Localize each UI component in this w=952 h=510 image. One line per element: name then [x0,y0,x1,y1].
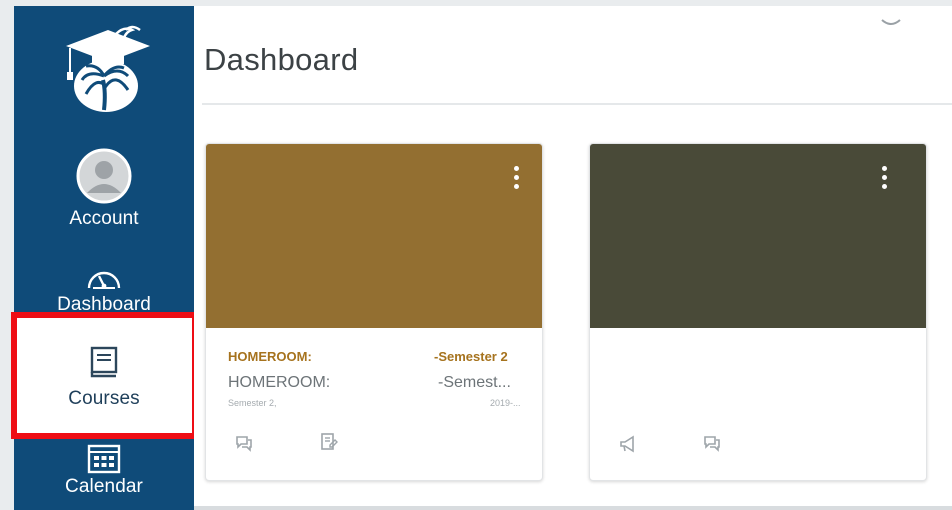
title-divider [202,103,952,105]
kebab-menu-icon[interactable] [508,166,524,200]
announcements-icon[interactable] [618,434,638,454]
nav-label-account: Account [69,208,139,229]
course-name-left[interactable]: HOMEROOM: [228,374,330,392]
course-card[interactable]: HOMEROOM: -Semester 2 HOMEROOM: -Semest.… [205,143,543,481]
school-logo[interactable] [56,24,156,114]
assignments-icon[interactable] [318,432,338,452]
course-card[interactable] [589,143,927,481]
course-name-right[interactable]: -Semest... [438,374,511,392]
discussions-icon[interactable] [702,432,722,452]
calendar-icon [87,444,121,474]
discussions-icon[interactable] [234,432,254,452]
nav-item-account[interactable]: Account [14,148,194,230]
course-term-right: 2019-... [490,398,521,408]
speedometer-icon [87,271,121,289]
kebab-menu-icon[interactable] [876,166,892,200]
nav-label-calendar: Calendar [65,476,143,497]
book-icon [90,346,118,378]
course-term-left: Semester 2, [228,398,277,408]
chevron-down-icon[interactable] [876,14,906,32]
nav-item-dashboard[interactable]: Dashboard [14,264,194,316]
main-content: Dashboard HOMEROOM: -Semester 2 HOMEROOM… [194,6,952,510]
nav-item-courses[interactable]: Courses [14,346,194,410]
bottom-divider [194,506,952,510]
user-avatar-icon [76,148,132,204]
course-code-right[interactable]: -Semester 2 [434,349,508,364]
graduation-cap-palm-logo-icon [66,25,150,112]
course-card-hero[interactable] [206,144,542,328]
nav-label-courses: Courses [68,388,140,409]
nav-item-calendar[interactable]: Calendar [14,444,194,498]
course-code-left[interactable]: HOMEROOM: [228,349,312,364]
page-title: Dashboard [204,42,359,77]
